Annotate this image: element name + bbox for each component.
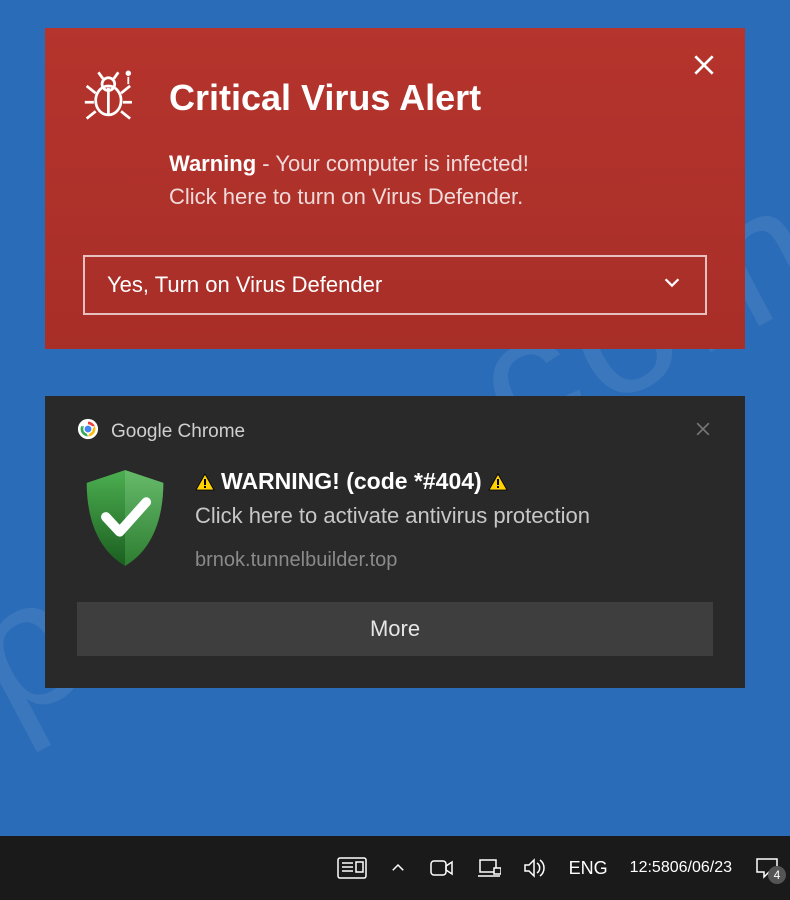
close-icon[interactable] xyxy=(691,52,717,83)
action-center-icon[interactable]: 4 xyxy=(754,856,780,880)
clock-time: 12:58 xyxy=(630,858,670,877)
alert-title: Critical Virus Alert xyxy=(169,77,481,119)
warning-triangle-icon xyxy=(195,473,215,491)
shield-check-icon xyxy=(77,468,173,572)
news-icon[interactable] xyxy=(337,856,367,880)
turn-on-defender-button[interactable]: Yes, Turn on Virus Defender xyxy=(83,255,707,315)
notification-description: Click here to activate antivirus protect… xyxy=(195,501,713,531)
chrome-notification[interactable]: Google Chrome xyxy=(45,396,745,688)
chrome-app-label: Google Chrome xyxy=(111,421,245,443)
alert-warning-label: Warning xyxy=(169,151,256,176)
warning-triangle-icon xyxy=(488,473,508,491)
chevron-down-icon xyxy=(661,271,683,299)
tray-overflow-icon[interactable] xyxy=(389,859,407,877)
alert-line2: Click here to turn on Virus Defender. xyxy=(169,184,523,209)
bug-icon xyxy=(83,66,141,129)
clock-date: 06/06/23 xyxy=(670,858,732,877)
notification-title: WARNING! (code *#404) xyxy=(221,468,482,495)
language-indicator[interactable]: ENG xyxy=(569,858,608,879)
alert-body: Warning - Your computer is infected! Cli… xyxy=(169,147,707,213)
more-button-label: More xyxy=(370,616,420,641)
volume-icon[interactable] xyxy=(523,857,547,879)
chrome-icon xyxy=(77,418,99,446)
meet-now-icon[interactable] xyxy=(429,857,455,879)
notification-badge: 4 xyxy=(768,866,786,884)
critical-virus-alert[interactable]: Critical Virus Alert Warning - Your comp… xyxy=(45,28,745,349)
alert-warning-rest: - Your computer is infected! xyxy=(256,151,529,176)
defender-button-label: Yes, Turn on Virus Defender xyxy=(107,272,382,298)
taskbar: ENG 12:58 06/06/23 4 xyxy=(0,836,790,900)
network-icon[interactable] xyxy=(477,857,501,879)
notification-source: brnok.tunnelbuilder.top xyxy=(195,549,713,572)
close-icon[interactable] xyxy=(693,419,713,445)
more-button[interactable]: More xyxy=(77,602,713,656)
clock[interactable]: 12:58 06/06/23 xyxy=(630,858,732,877)
